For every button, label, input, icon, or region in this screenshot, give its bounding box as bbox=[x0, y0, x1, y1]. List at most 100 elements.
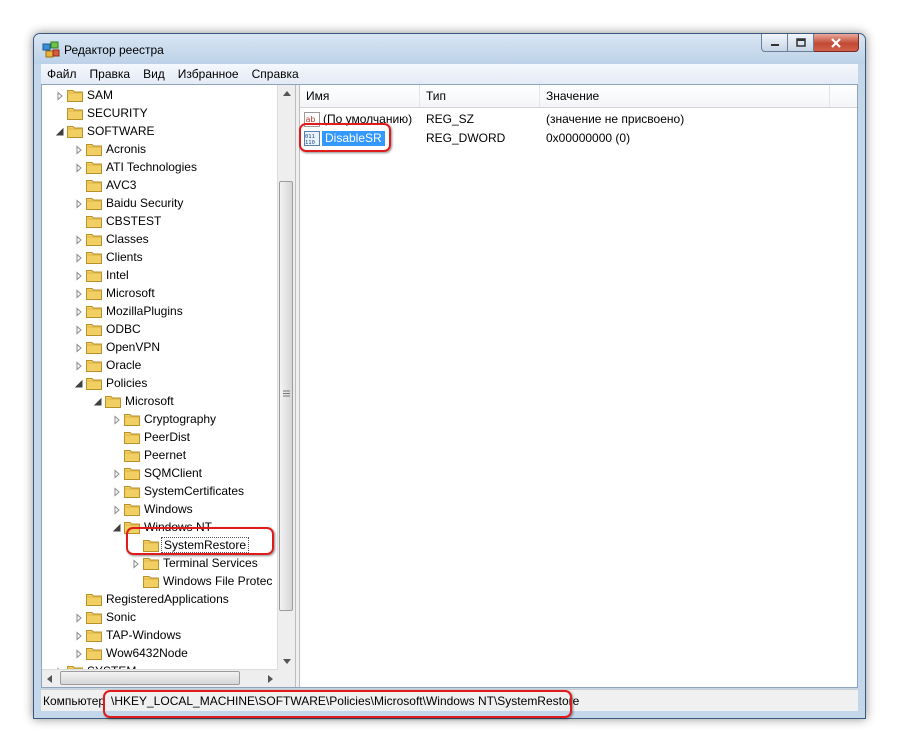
tree-item[interactable]: OpenVPN bbox=[42, 338, 278, 356]
tree-item[interactable]: Wow6432Node bbox=[42, 644, 278, 662]
tree-expand-icon[interactable] bbox=[74, 144, 84, 155]
menu-help[interactable]: Справка bbox=[246, 64, 306, 84]
scroll-down-arrow-icon[interactable] bbox=[279, 653, 294, 670]
tree-item[interactable]: CBSTEST bbox=[42, 212, 278, 230]
tree-item[interactable]: Sonic bbox=[42, 608, 278, 626]
tree-item[interactable]: SystemRestore bbox=[42, 536, 278, 554]
tree-expand-icon[interactable] bbox=[74, 270, 84, 281]
folder-icon bbox=[124, 448, 140, 462]
tree-expand-icon[interactable] bbox=[74, 360, 84, 371]
tree-item[interactable]: SECURITY bbox=[42, 104, 278, 122]
scroll-up-arrow-icon[interactable] bbox=[279, 85, 294, 102]
key-tree-pane: SAM SECURITY SOFTWARE Acronis ATI Technologi… bbox=[42, 85, 295, 687]
svg-text:ab: ab bbox=[306, 115, 316, 124]
minimize-button[interactable] bbox=[761, 34, 788, 52]
column-header-name[interactable]: Имя bbox=[300, 85, 420, 107]
column-header-type[interactable]: Тип bbox=[420, 85, 540, 107]
tree-hscroll-thumb[interactable] bbox=[60, 671, 240, 685]
value-type: REG_DWORD bbox=[426, 131, 506, 145]
tree-expand-icon[interactable] bbox=[112, 486, 122, 497]
tree-expand-icon[interactable] bbox=[74, 648, 84, 659]
menu-edit[interactable]: Правка bbox=[84, 64, 138, 84]
title-bar[interactable]: Редактор реестра bbox=[34, 34, 865, 64]
tree-item[interactable]: Terminal Services bbox=[42, 554, 278, 572]
tree-expand-icon[interactable] bbox=[112, 468, 122, 479]
column-header-value[interactable]: Значение bbox=[540, 85, 830, 107]
tree-item[interactable]: Oracle bbox=[42, 356, 278, 374]
menu-favorites[interactable]: Избранное bbox=[172, 64, 246, 84]
tree-item-label: Intel bbox=[106, 268, 129, 282]
value-row[interactable]: ab (По умолчанию) REG_SZ (значение не присв… bbox=[300, 110, 857, 129]
tree-item[interactable]: SOFTWARE bbox=[42, 122, 278, 140]
tree-vertical-scrollbar[interactable] bbox=[277, 85, 295, 670]
tree-item[interactable]: Windows File Protec bbox=[42, 572, 278, 590]
tree-expand-icon[interactable] bbox=[74, 288, 84, 299]
tree-item[interactable]: MozillaPlugins bbox=[42, 302, 278, 320]
tree-expand-icon[interactable] bbox=[131, 558, 141, 569]
tree-item[interactable]: Windows bbox=[42, 500, 278, 518]
tree-item-label: Oracle bbox=[106, 358, 142, 372]
tree-scroll-thumb[interactable] bbox=[279, 181, 293, 611]
tree-item-label: RegisteredApplications bbox=[106, 592, 229, 606]
tree-item[interactable]: Windows NT bbox=[42, 518, 278, 536]
tree-expand-icon[interactable] bbox=[74, 630, 84, 641]
tree-collapse-icon[interactable] bbox=[112, 522, 122, 532]
folder-icon bbox=[86, 268, 102, 282]
maximize-button[interactable] bbox=[788, 34, 814, 52]
tree-expand-icon[interactable] bbox=[112, 504, 122, 515]
scroll-corner bbox=[278, 670, 295, 687]
tree-item[interactable]: Policies bbox=[42, 374, 278, 392]
folder-icon bbox=[124, 520, 140, 534]
value-row[interactable]: 011 110 DisableSR REG_DWORD 0x00000000 (0) bbox=[300, 129, 857, 148]
tree-item-label: MozillaPlugins bbox=[106, 304, 183, 318]
tree-item-label: Peernet bbox=[144, 448, 187, 462]
tree-horizontal-scrollbar[interactable] bbox=[42, 669, 278, 687]
scroll-right-arrow-icon[interactable] bbox=[263, 670, 278, 687]
tree-item[interactable]: Microsoft bbox=[42, 392, 278, 410]
tree-item[interactable]: PeerDist bbox=[42, 428, 278, 446]
folder-icon bbox=[86, 358, 102, 372]
folder-icon bbox=[67, 106, 83, 120]
tree-expand-icon[interactable] bbox=[74, 234, 84, 245]
menu-file[interactable]: Файл bbox=[41, 64, 84, 84]
tree-item[interactable]: AVC3 bbox=[42, 176, 278, 194]
tree-item[interactable]: Microsoft bbox=[42, 284, 278, 302]
dword-value-icon: 011 110 bbox=[304, 131, 320, 146]
tree-item[interactable]: Classes bbox=[42, 230, 278, 248]
tree-item[interactable]: Cryptography bbox=[42, 410, 278, 428]
tree-item[interactable]: Intel bbox=[42, 266, 278, 284]
tree-item-label: SystemRestore bbox=[161, 537, 250, 553]
tree-expand-icon[interactable] bbox=[55, 90, 65, 101]
folder-icon bbox=[86, 232, 102, 246]
tree-item-label: Windows NT bbox=[144, 520, 213, 534]
tree-expand-icon[interactable] bbox=[74, 324, 84, 335]
tree-expand-icon[interactable] bbox=[74, 306, 84, 317]
tree-item[interactable]: Baidu Security bbox=[42, 194, 278, 212]
close-button[interactable] bbox=[814, 34, 859, 52]
tree-expand-icon[interactable] bbox=[74, 342, 84, 353]
tree-expand-icon[interactable] bbox=[74, 252, 84, 263]
tree-item[interactable]: Acronis bbox=[42, 140, 278, 158]
tree-collapse-icon[interactable] bbox=[93, 396, 103, 406]
tree-item[interactable]: RegisteredApplications bbox=[42, 590, 278, 608]
tree-item[interactable]: ODBC bbox=[42, 320, 278, 338]
window-title: Редактор реестра bbox=[64, 43, 164, 57]
tree-expand-icon[interactable] bbox=[112, 414, 122, 425]
tree-item-label: Acronis bbox=[106, 142, 147, 156]
tree-item-label: Wow6432Node bbox=[106, 646, 188, 660]
folder-icon bbox=[86, 646, 102, 660]
tree-item[interactable]: Peernet bbox=[42, 446, 278, 464]
tree-expand-icon[interactable] bbox=[74, 162, 84, 173]
tree-item[interactable]: SQMClient bbox=[42, 464, 278, 482]
tree-item[interactable]: ATI Technologies bbox=[42, 158, 278, 176]
tree-item[interactable]: Clients bbox=[42, 248, 278, 266]
menu-view[interactable]: Вид bbox=[137, 64, 172, 84]
tree-collapse-icon[interactable] bbox=[55, 126, 65, 136]
tree-collapse-icon[interactable] bbox=[74, 378, 84, 388]
tree-item[interactable]: SystemCertificates bbox=[42, 482, 278, 500]
tree-expand-icon[interactable] bbox=[74, 612, 84, 623]
tree-expand-icon[interactable] bbox=[74, 198, 84, 209]
tree-item[interactable]: TAP-Windows bbox=[42, 626, 278, 644]
scroll-left-arrow-icon[interactable] bbox=[42, 670, 57, 687]
tree-item[interactable]: SAM bbox=[42, 86, 278, 104]
